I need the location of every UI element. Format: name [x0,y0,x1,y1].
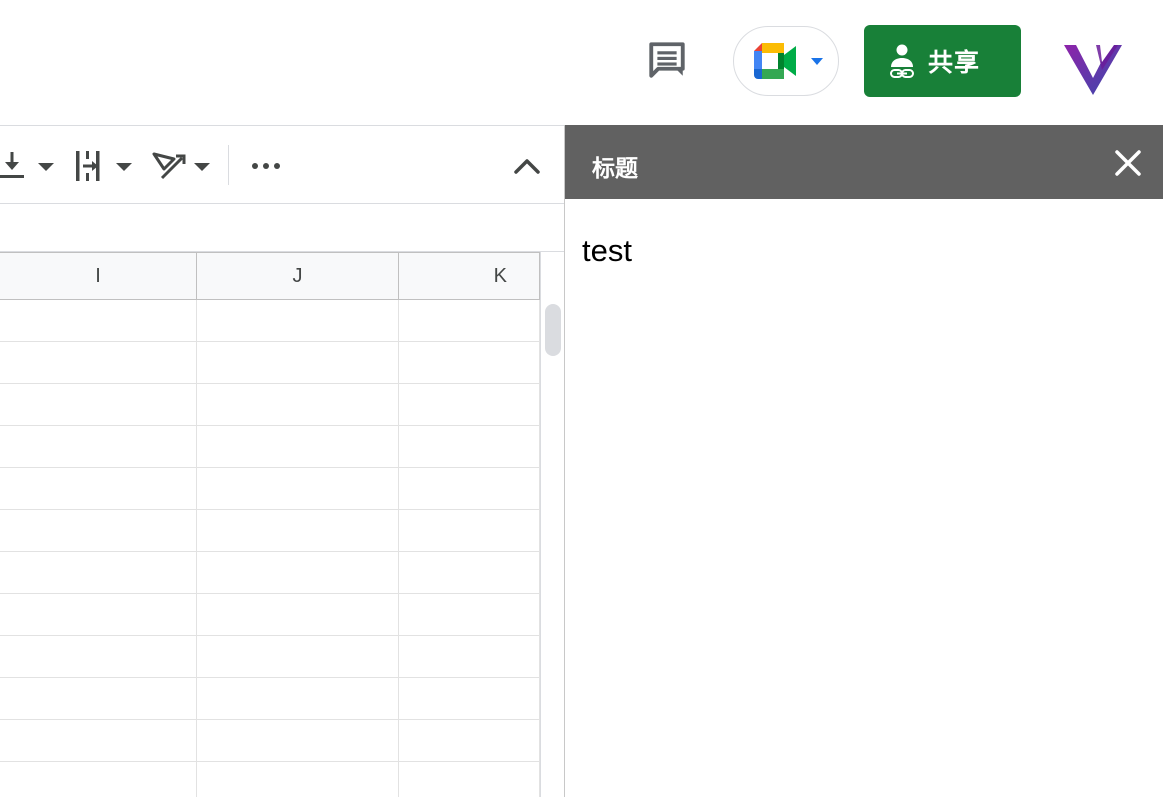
share-button[interactable]: 共享 [864,25,1021,97]
grid-row [0,762,540,797]
column-header-k[interactable]: K [399,253,540,300]
grid-cell[interactable] [399,384,540,426]
grid-cell[interactable] [197,468,399,510]
v-logo-icon [1064,45,1122,95]
grid-cell[interactable] [0,426,197,468]
grid-cell[interactable] [399,468,540,510]
grid-cell[interactable] [0,678,197,720]
grid-cell[interactable] [399,342,540,384]
side-panel-close-button[interactable] [1111,146,1145,180]
side-panel-title: 标题 [592,156,638,182]
grid-cell[interactable] [0,300,197,342]
cell-grid [0,300,540,797]
grid-cell[interactable] [0,468,197,510]
grid-cell[interactable] [399,300,540,342]
grid-cell[interactable] [399,678,540,720]
spreadsheet-area: I J K [0,126,564,797]
grid-cell[interactable] [197,552,399,594]
google-meet-icon [754,43,796,79]
close-icon [1115,150,1141,176]
grid-cell[interactable] [399,720,540,762]
vertical-align-button[interactable] [0,146,60,186]
grid-cell[interactable] [399,510,540,552]
grid-cell[interactable] [0,720,197,762]
vertical-scrollbar[interactable] [540,252,564,797]
side-panel-header: 标题 [565,125,1163,199]
grid-row [0,678,540,720]
grid-cell[interactable] [0,552,197,594]
side-panel: 标题 test [564,125,1163,797]
column-header-j[interactable]: J [197,253,399,300]
grid-row [0,552,540,594]
grid-row [0,300,540,342]
comment-icon [649,42,685,78]
grid-cell[interactable] [399,636,540,678]
share-person-link-icon [890,44,914,78]
page: 共享 I J K 标题 test [0,0,1163,797]
column-header-i[interactable]: I [0,253,197,300]
grid-cell[interactable] [399,552,540,594]
grid-cell[interactable] [197,762,399,797]
column-header-row: I J K [0,252,540,300]
grid-cell[interactable] [399,426,540,468]
grid-row [0,636,540,678]
sheet-toolbar [0,126,564,204]
text-rotation-icon [152,152,210,180]
more-options-button[interactable] [248,146,284,186]
grid-cell[interactable] [197,384,399,426]
grid-row [0,384,540,426]
formula-bar[interactable] [0,204,564,252]
grid-cell[interactable] [0,342,197,384]
text-wrap-button[interactable] [74,146,136,186]
meet-button[interactable] [733,26,839,96]
text-rotation-button[interactable] [152,146,214,186]
grid-cell[interactable] [0,384,197,426]
side-panel-body-text: test [582,233,632,268]
grid-cell[interactable] [197,426,399,468]
toolbar-separator [228,145,229,185]
vertical-scrollbar-thumb[interactable] [545,304,561,356]
grid-row [0,720,540,762]
grid-cell[interactable] [197,594,399,636]
grid-cell[interactable] [197,720,399,762]
grid-row [0,468,540,510]
grid-cell[interactable] [197,300,399,342]
vertical-align-icon [0,152,54,178]
comments-button[interactable] [640,34,694,86]
grid-cell[interactable] [0,510,197,552]
meet-dropdown-caret-icon [811,58,823,65]
share-button-label: 共享 [928,48,981,77]
text-wrap-icon [76,151,132,181]
grid-cell[interactable] [0,762,197,797]
collapse-toolbar-button[interactable] [510,146,544,186]
collapse-chevron-icon [514,159,540,174]
grid-cell[interactable] [197,636,399,678]
grid-cell[interactable] [197,678,399,720]
grid-row [0,594,540,636]
grid-cell[interactable] [197,510,399,552]
grid-cell[interactable] [399,762,540,797]
grid-row [0,510,540,552]
grid-cell[interactable] [0,636,197,678]
grid-row [0,426,540,468]
grid-cell[interactable] [197,342,399,384]
grid-cell[interactable] [399,594,540,636]
more-options-icon [252,163,280,169]
grid-cell[interactable] [0,594,197,636]
top-header: 共享 [0,0,1163,126]
grid-row [0,342,540,384]
